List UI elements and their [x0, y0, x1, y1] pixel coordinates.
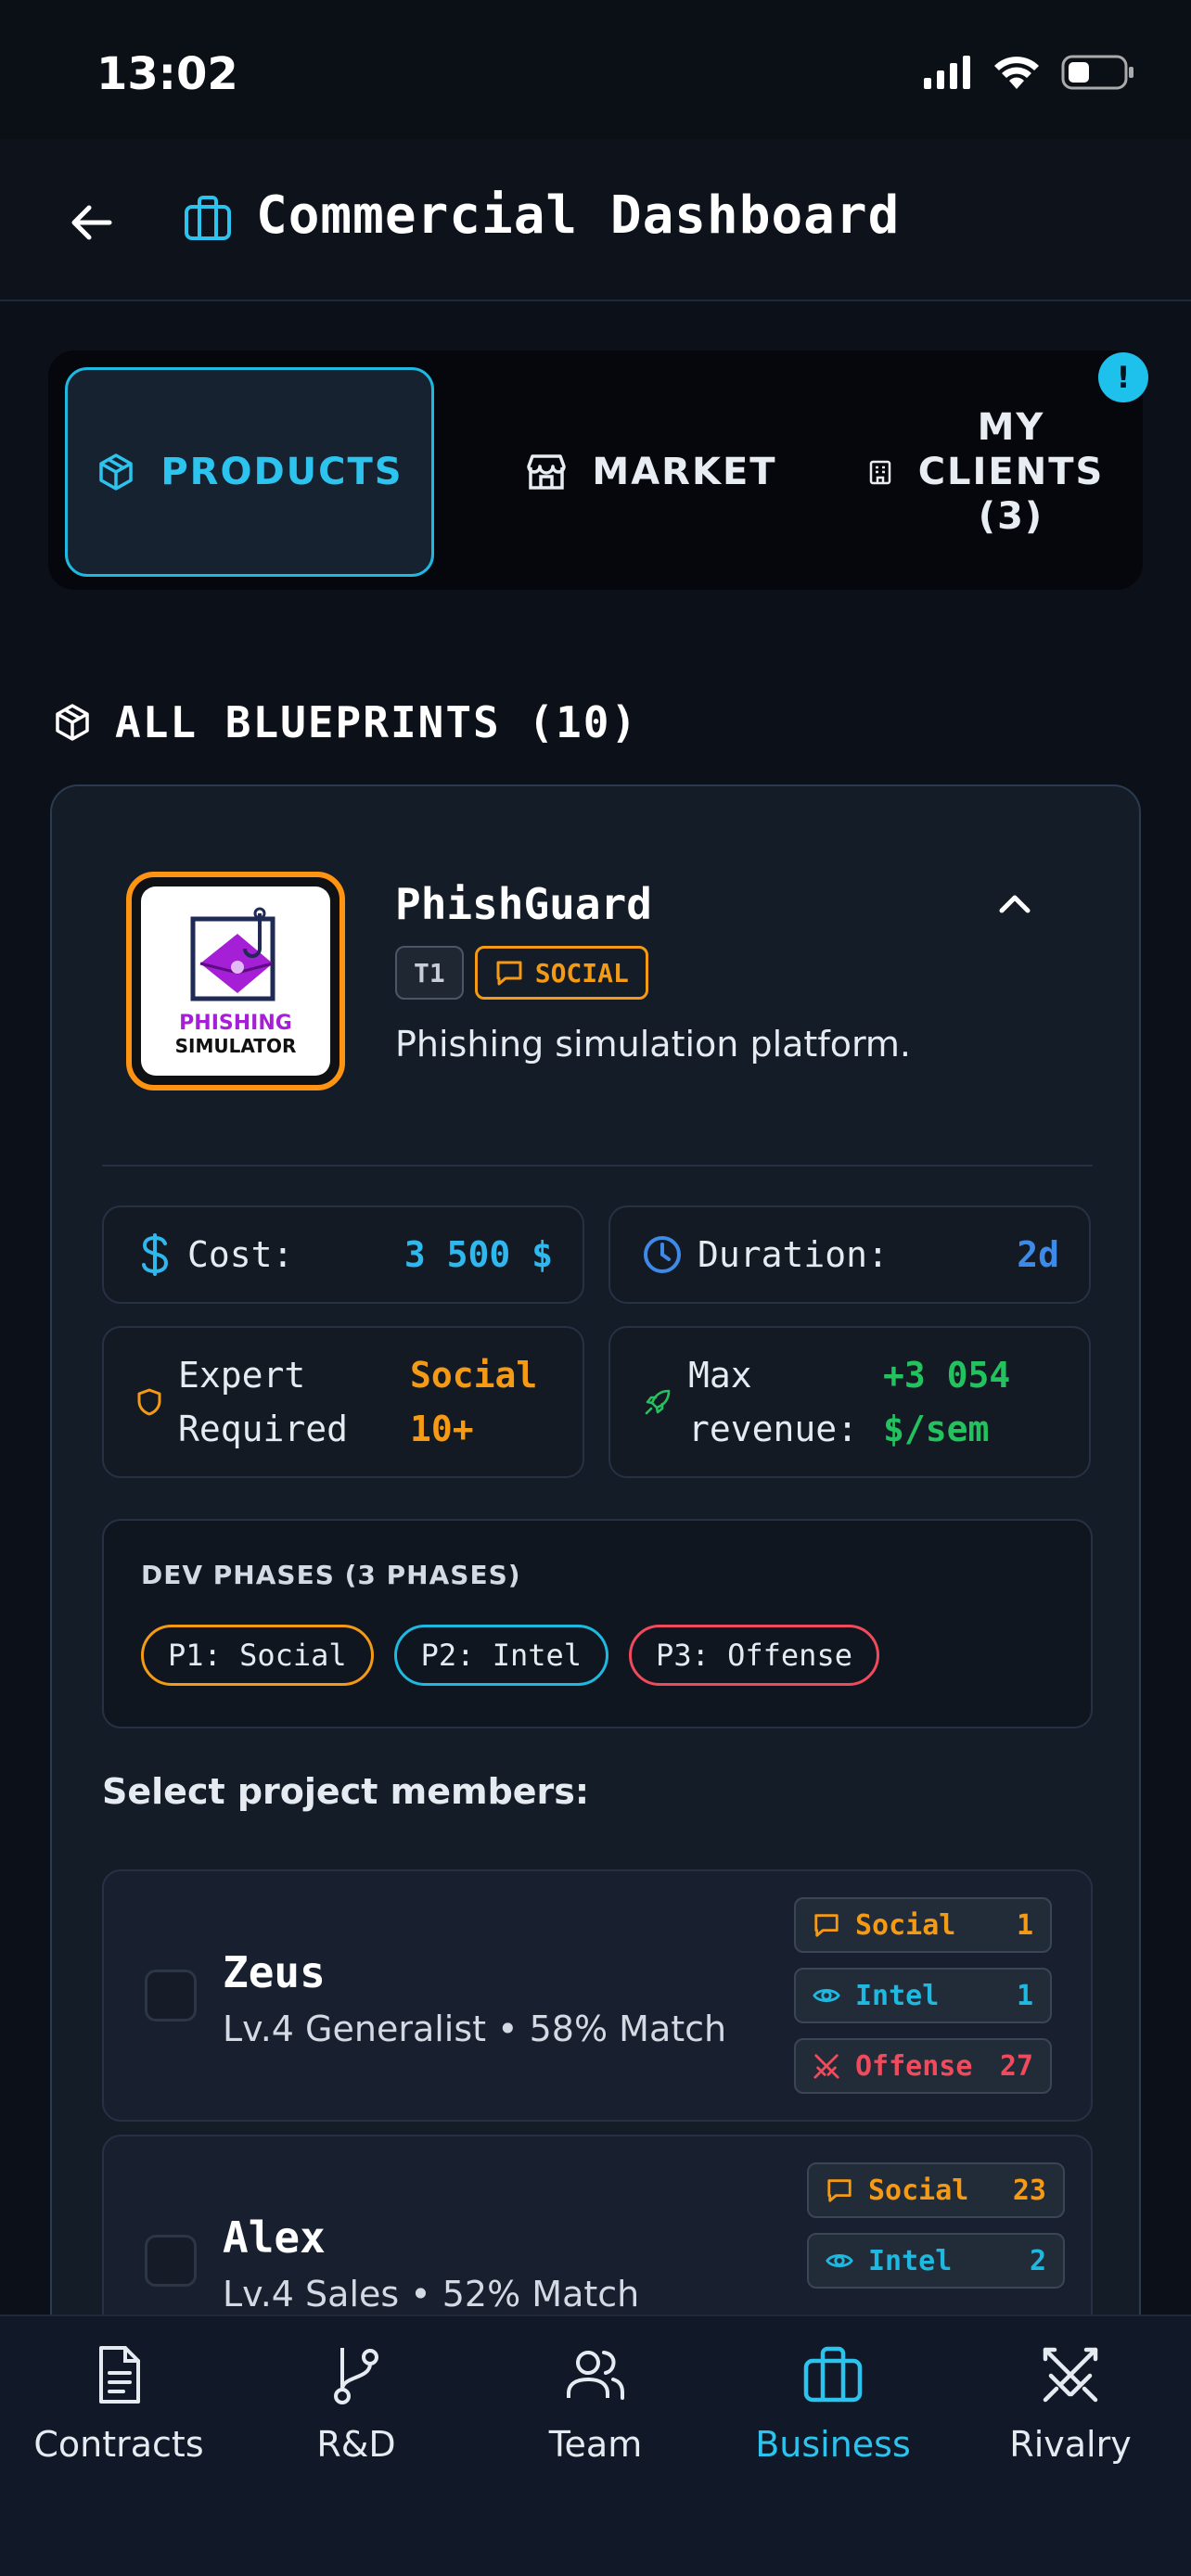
cost-stat: Cost: 3 500 $: [102, 1205, 584, 1304]
product-name: PhishGuard: [395, 879, 652, 929]
section-heading: ALL BLUEPRINTS (10): [52, 697, 638, 747]
chat-icon: [814, 1914, 839, 1937]
phase-pill-intel: P2: Intel: [393, 1625, 609, 1686]
tier-badge: T1: [395, 946, 464, 1000]
battery-icon: [1061, 55, 1133, 90]
dev-phases-panel: DEV PHASES (3 PHASES) P1: Social P2: Int…: [102, 1519, 1093, 1728]
swords-icon: [1043, 2347, 1098, 2403]
skill-social: Social 23: [807, 2162, 1065, 2218]
chat-icon: [827, 2179, 852, 2202]
tab-market-label: MARKET: [592, 451, 777, 493]
rocket-icon: [645, 1389, 671, 1415]
shield-icon: [137, 1388, 161, 1416]
tab-products-label: PRODUCTS: [160, 451, 403, 493]
app-header: Commercial Dashboard: [0, 139, 1191, 301]
member-checkbox[interactable]: [145, 2235, 197, 2287]
member-subtitle: Lv.4 Generalist • 58% Match: [223, 2009, 727, 2049]
dashboard-tabs: PRODUCTS MARKET MY CLIENTS (3) !: [48, 351, 1148, 590]
product-tags: T1 SOCIAL: [395, 946, 648, 1000]
member-skills: Social 23 Intel 2: [807, 2162, 1065, 2289]
phishing-envelope-icon: [190, 907, 275, 1001]
duration-value: 2d: [1017, 1234, 1059, 1275]
tab-market[interactable]: MARKET: [484, 367, 818, 577]
duration-label: Duration:: [698, 1234, 889, 1275]
revenue-value: +3 054 $/sem: [883, 1355, 1011, 1449]
expert-label: Expert Required: [178, 1355, 349, 1449]
swords-icon: [813, 2054, 839, 2079]
status-time: 13:02: [96, 48, 238, 100]
skill-intel: Intel 1: [794, 1968, 1052, 2023]
nav-contracts-label: Contracts: [33, 2424, 204, 2465]
member-skills: Social 1 Intel 1 Offense 27: [794, 1897, 1052, 2094]
package-icon: [56, 704, 89, 741]
skill-offense: Offense 27: [794, 2038, 1052, 2094]
section-title: ALL BLUEPRINTS (10): [115, 697, 639, 747]
dev-phases-title: DEV PHASES (3 PHASES): [141, 1560, 521, 1590]
category-badge: SOCIAL: [474, 946, 648, 1000]
select-members-title: Select project members:: [102, 1771, 590, 1812]
bottom-nav: Contracts R&D Team Business Rivalry: [0, 2315, 1191, 2576]
briefcase-icon: [803, 2346, 863, 2403]
document-icon: [99, 2346, 140, 2404]
tab-my-clients-label: MY CLIENTS (3): [917, 406, 1105, 538]
chevron-up-icon[interactable]: [992, 881, 1037, 925]
phase-pill-social: P1: Social: [141, 1625, 374, 1686]
member-checkbox[interactable]: [145, 1970, 197, 2021]
member-subtitle: Lv.4 Sales • 52% Match: [223, 2274, 640, 2315]
member-name: Alex: [223, 2213, 326, 2263]
package-icon: [99, 453, 134, 491]
wifi-icon: [994, 57, 1039, 89]
skill-intel: Intel 2: [807, 2233, 1065, 2289]
nav-rivalry-label: Rivalry: [1009, 2424, 1132, 2465]
arrow-left-icon: [71, 205, 112, 240]
nav-rivalry[interactable]: Rivalry: [952, 2342, 1189, 2465]
tab-products[interactable]: PRODUCTS: [65, 367, 434, 577]
nav-business[interactable]: Business: [714, 2342, 952, 2465]
page-title: Commercial Dashboard: [256, 185, 901, 246]
back-button[interactable]: [61, 193, 121, 252]
cost-value: 3 500 $: [403, 1234, 553, 1275]
nav-contracts[interactable]: Contracts: [0, 2342, 237, 2465]
expert-value: Social 10+: [410, 1355, 538, 1449]
revenue-label: Max revenue:: [688, 1355, 859, 1449]
building-icon: [869, 460, 890, 485]
thumb-caption-1: PHISHING: [179, 1011, 292, 1035]
revenue-stat: Max revenue: +3 054 $/sem: [608, 1326, 1091, 1478]
git-branch-icon: [334, 2348, 378, 2404]
skill-social: Social 1: [794, 1897, 1052, 1953]
store-icon: [527, 454, 567, 490]
dollar-icon: [142, 1233, 169, 1276]
product-thumbnail: PHISHING SIMULATOR: [126, 872, 345, 1090]
nav-team-label: Team: [548, 2424, 643, 2465]
clients-alert-badge: !: [1098, 352, 1148, 402]
category-label: SOCIAL: [534, 957, 629, 988]
cost-label: Cost:: [187, 1234, 294, 1275]
eye-icon: [826, 2253, 853, 2268]
blueprint-card: PHISHING SIMULATOR PhishGuard T1 SOCIAL …: [50, 784, 1141, 2417]
phase-pills: P1: Social P2: Intel P3: Offense: [141, 1625, 879, 1686]
briefcase-icon: [185, 196, 231, 240]
status-icons: [922, 54, 1135, 91]
member-name: Zeus: [223, 1947, 326, 1997]
clock-icon: [644, 1236, 681, 1273]
nav-rnd-label: R&D: [316, 2424, 396, 2465]
member-row[interactable]: Zeus Lv.4 Generalist • 58% Match Social …: [102, 1869, 1093, 2122]
chat-icon: [496, 961, 522, 986]
nav-business-label: Business: [755, 2424, 911, 2465]
nav-team[interactable]: Team: [477, 2342, 714, 2465]
users-icon: [567, 2351, 624, 2400]
signal-icon: [924, 56, 970, 89]
product-description: Phishing simulation platform.: [395, 1024, 911, 1065]
expert-stat: Expert Required Social 10+: [102, 1326, 584, 1478]
eye-icon: [813, 1988, 840, 2003]
phase-pill-offense: P3: Offense: [629, 1625, 879, 1686]
divider: [102, 1165, 1093, 1167]
thumb-caption-2: SIMULATOR: [174, 1034, 297, 1057]
tab-my-clients[interactable]: MY CLIENTS (3): [837, 367, 1133, 577]
status-bar: 13:02: [0, 0, 1191, 139]
duration-stat: Duration: 2d: [608, 1205, 1091, 1304]
nav-rnd[interactable]: R&D: [237, 2342, 475, 2465]
